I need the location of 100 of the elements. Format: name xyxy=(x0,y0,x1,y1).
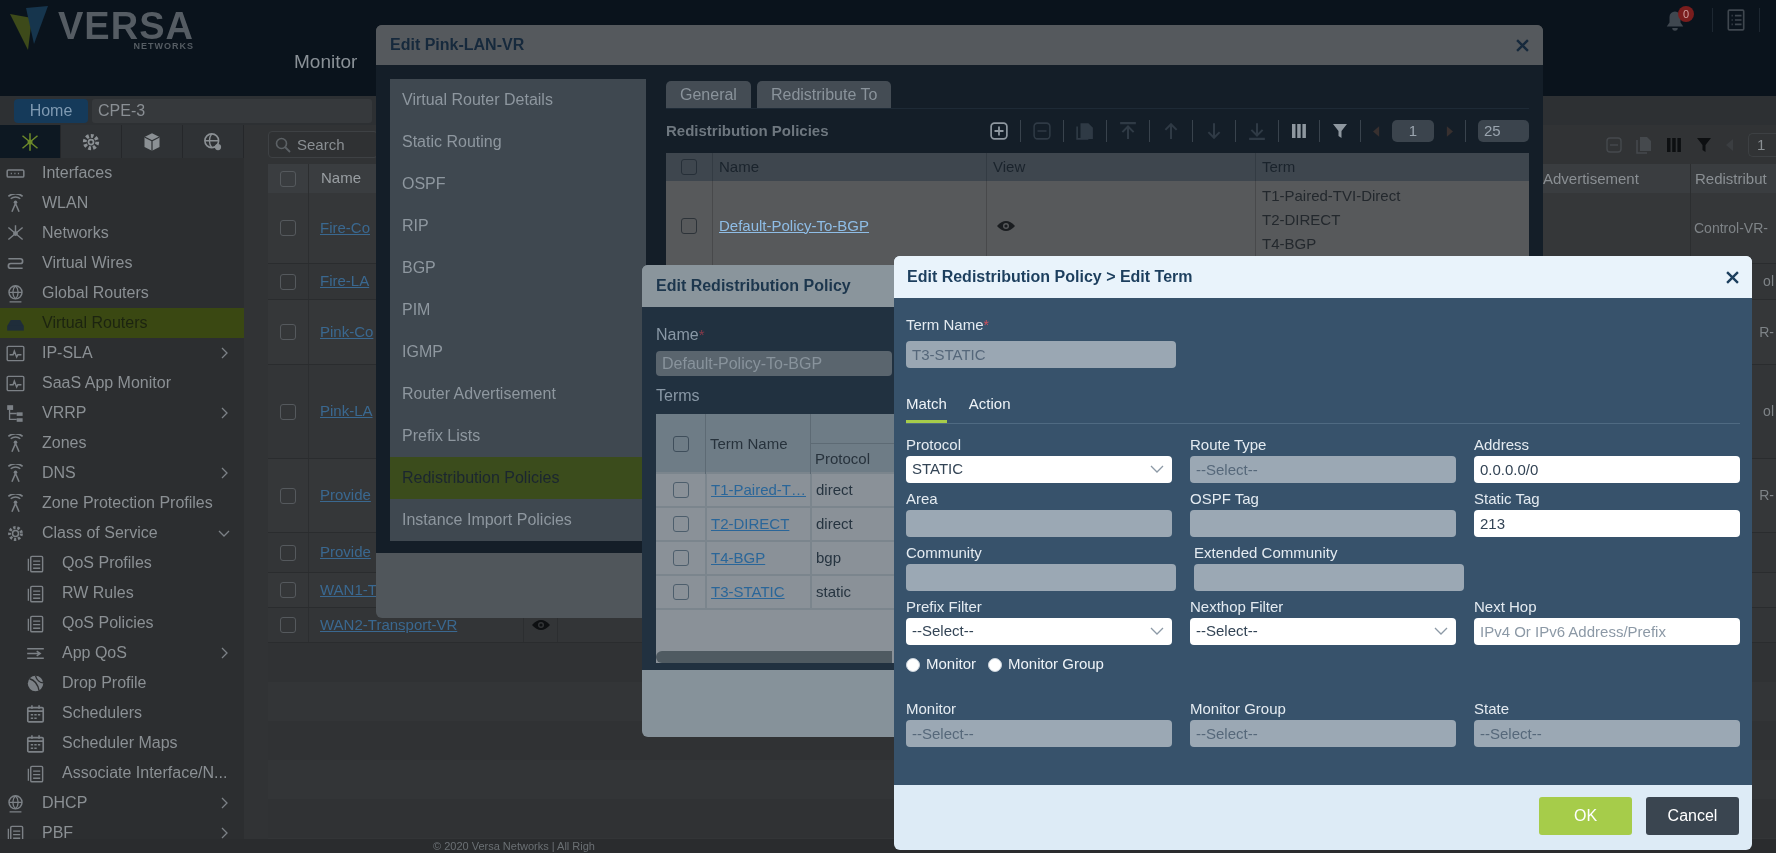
menu-item[interactable]: Prefix Lists xyxy=(390,415,646,457)
menu-item[interactable]: Router Advertisement xyxy=(390,373,646,415)
sidebar-item[interactable]: Schedulers xyxy=(0,698,244,728)
menu-item[interactable]: Static Routing xyxy=(390,121,646,163)
checkbox[interactable] xyxy=(280,582,296,598)
menu-item[interactable]: PIM xyxy=(390,289,646,331)
table-link[interactable]: WAN2-Transport-VR xyxy=(320,613,458,637)
checkbox[interactable] xyxy=(280,487,296,504)
checklist-icon[interactable] xyxy=(1727,9,1745,31)
minus-icon[interactable] xyxy=(1033,122,1051,140)
table-link[interactable]: Pink-LA xyxy=(320,400,373,423)
table-link[interactable]: Default-Policy-To-BGP xyxy=(719,214,870,238)
sidebar-item[interactable]: Interfaces xyxy=(0,158,244,188)
sidebar-item[interactable]: Virtual Wires xyxy=(0,248,244,278)
page-field[interactable]: 1 xyxy=(1748,132,1776,157)
checkbox[interactable] xyxy=(672,436,689,452)
checkbox[interactable] xyxy=(681,218,697,234)
column-header[interactable]: Term Name xyxy=(710,432,788,456)
home-button[interactable]: Home xyxy=(14,98,88,123)
sidebar-item[interactable]: Global Routers xyxy=(0,278,244,308)
column-header[interactable]: Advertisement xyxy=(1543,164,1690,193)
filter-icon[interactable] xyxy=(1332,123,1348,139)
sidebar-tab[interactable] xyxy=(122,125,183,158)
add-icon[interactable] xyxy=(990,122,1008,140)
sidebar-item[interactable]: Zone Protection Profiles xyxy=(0,488,244,518)
sidebar-item[interactable]: DHCP xyxy=(0,788,244,818)
columns-icon[interactable] xyxy=(1291,123,1307,139)
checkbox[interactable] xyxy=(280,324,296,340)
sidebar-item[interactable]: QoS Profiles xyxy=(0,548,244,578)
table-link[interactable]: Provide xyxy=(320,541,371,564)
sidebar-tab[interactable] xyxy=(61,125,122,158)
checkbox[interactable] xyxy=(280,170,296,187)
input-field[interactable]: 213 xyxy=(1474,509,1740,537)
tab[interactable]: Action xyxy=(968,387,1011,423)
sidebar-item[interactable]: Associate Interface/N... xyxy=(0,758,244,788)
sidebar-item[interactable]: DNS xyxy=(0,458,244,488)
table-link[interactable]: Fire-Co xyxy=(320,216,370,240)
arrow-down-icon[interactable] xyxy=(1205,122,1223,140)
checkbox[interactable] xyxy=(280,544,296,561)
copy-icon[interactable] xyxy=(1636,135,1652,154)
minus-icon[interactable] xyxy=(1606,136,1622,153)
sidebar-item[interactable]: WLAN xyxy=(0,188,244,218)
nav-tab[interactable]: Monitor xyxy=(294,50,358,74)
previous-icon[interactable] xyxy=(1373,125,1380,137)
sidebar-item[interactable]: Class of Service xyxy=(0,518,244,548)
sidebar-tab[interactable] xyxy=(183,125,244,158)
checkbox[interactable] xyxy=(681,159,697,175)
eye-icon[interactable] xyxy=(531,619,550,631)
input-field[interactable]: 0.0.0.0/0 xyxy=(1474,455,1740,483)
radio-button[interactable] xyxy=(906,657,920,672)
sidebar-item[interactable]: IP-SLA xyxy=(0,338,244,368)
scrollbar[interactable] xyxy=(656,651,892,663)
sidebar-item[interactable]: QoS Policies xyxy=(0,608,244,638)
menu-item[interactable]: BGP xyxy=(390,247,646,289)
next-icon[interactable] xyxy=(1446,125,1453,137)
checkbox[interactable] xyxy=(672,516,689,532)
menu-item[interactable]: IGMP xyxy=(390,331,646,373)
sidebar-item[interactable]: SaaS App Monitor xyxy=(0,368,244,398)
cancel-button[interactable]: Cancel xyxy=(1646,796,1739,835)
page-size-field[interactable]: 25 xyxy=(1478,120,1529,142)
sidebar-item[interactable]: Zones xyxy=(0,428,244,458)
checkbox[interactable] xyxy=(280,617,296,633)
tab[interactable]: General xyxy=(666,81,751,108)
page-field[interactable]: 1 xyxy=(1392,120,1434,142)
sidebar-item[interactable]: Scheduler Maps xyxy=(0,728,244,758)
radio-label[interactable]: Monitor Group xyxy=(1008,653,1104,676)
input-field[interactable]: IPv4 Or IPv6 Address/Prefix xyxy=(1474,617,1740,645)
select-field[interactable]: --Select-- xyxy=(1190,617,1456,645)
checkbox[interactable] xyxy=(672,550,689,566)
sidebar-item[interactable]: VRRP xyxy=(0,398,244,428)
menu-item[interactable]: Virtual Router Details xyxy=(390,79,646,121)
sidebar-tab[interactable] xyxy=(0,125,61,158)
arrow-up-icon[interactable] xyxy=(1162,122,1180,140)
checkbox[interactable] xyxy=(672,482,689,498)
sidebar-item[interactable]: Networks xyxy=(0,218,244,248)
column-header[interactable]: Name xyxy=(321,167,361,190)
checkbox[interactable] xyxy=(672,584,689,600)
checkbox[interactable] xyxy=(280,403,296,420)
tab[interactable]: Match xyxy=(906,387,947,423)
table-link[interactable]: Fire-LA xyxy=(320,270,370,293)
sidebar-item[interactable]: App QoS xyxy=(0,638,244,668)
table-link[interactable]: Pink-Co xyxy=(320,320,374,344)
menu-item[interactable]: Instance Import Policies xyxy=(390,499,646,541)
input-field[interactable]: T3-STATIC xyxy=(906,340,1176,368)
select-field[interactable]: --Select-- xyxy=(906,617,1172,645)
checkbox[interactable] xyxy=(280,220,296,236)
menu-item[interactable]: OSPF xyxy=(390,163,646,205)
move-top-icon[interactable] xyxy=(1119,122,1137,140)
close-icon[interactable] xyxy=(1726,270,1739,284)
sidebar-item[interactable]: Drop Profile xyxy=(0,668,244,698)
sidebar-item[interactable]: RW Rules xyxy=(0,578,244,608)
copy-icon[interactable] xyxy=(1076,122,1094,140)
tab[interactable]: Redistribute To xyxy=(756,81,892,108)
menu-item[interactable]: RIP xyxy=(390,205,646,247)
column-header[interactable]: Protocol xyxy=(815,447,871,471)
move-bottom-icon[interactable] xyxy=(1248,122,1266,140)
checkbox[interactable] xyxy=(280,273,296,290)
device-field[interactable]: CPE-3 xyxy=(92,98,372,123)
table-link[interactable]: WAN1-T xyxy=(320,578,377,602)
select-field[interactable]: STATIC xyxy=(906,455,1172,483)
